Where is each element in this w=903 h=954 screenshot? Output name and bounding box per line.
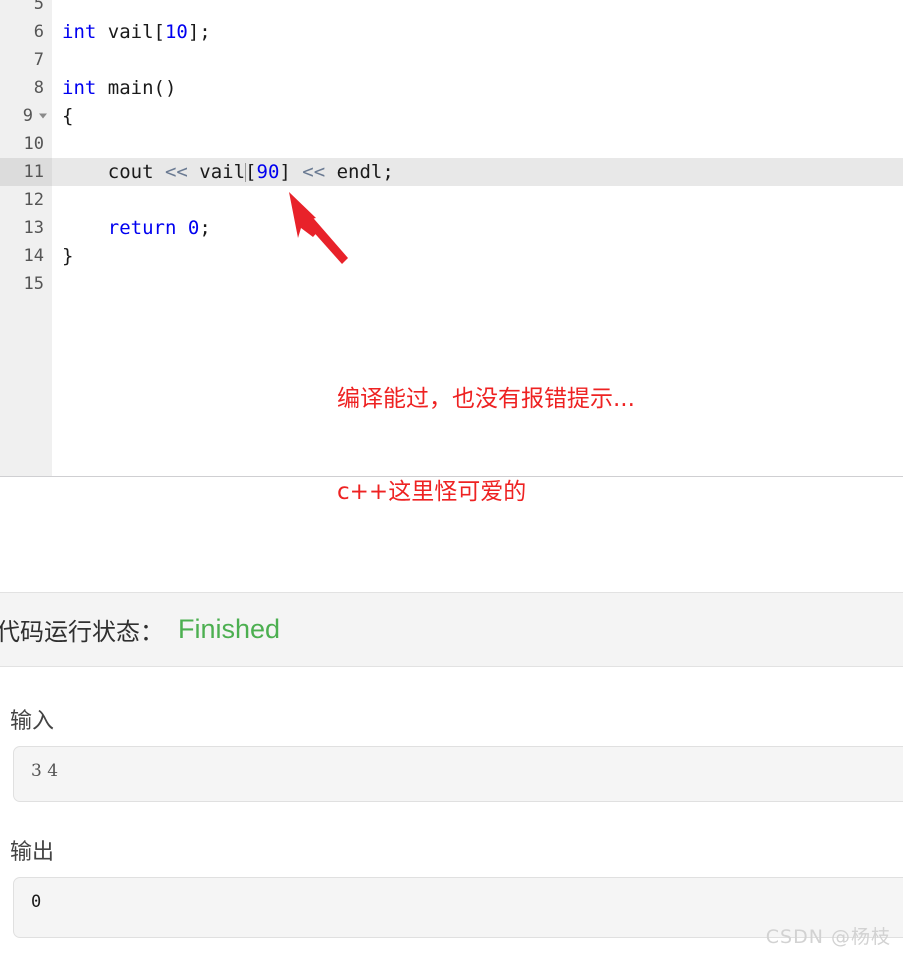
code-lines-container[interactable]: 5 6 int vail[10]; 7 8 int main() 9{10 11 cout <…: [0, 0, 903, 298]
code-token: cout: [62, 161, 165, 183]
code-line-text: int vail[10];: [52, 18, 903, 46]
code-token: }: [62, 245, 74, 267]
code-line[interactable]: 5: [0, 0, 903, 18]
input-box[interactable]: 3 4: [13, 746, 903, 802]
code-token: vail[: [96, 21, 165, 43]
run-status-label: 代码运行状态：: [0, 618, 164, 646]
input-label: 输入: [10, 709, 55, 734]
line-number: 7: [33, 50, 44, 70]
output-label: 输出: [10, 840, 55, 865]
line-number: 9: [0, 102, 52, 130]
annotation-line-2: c++这里怪可爱的: [337, 479, 527, 505]
code-token: 0: [187, 217, 200, 239]
line-number: 10: [23, 134, 44, 154]
code-line[interactable]: 13 return 0;: [0, 214, 903, 242]
code-line-text: return 0;: [52, 214, 903, 242]
code-line-text: {: [52, 102, 903, 130]
input-value: 3 4: [31, 761, 59, 781]
code-token: ;: [199, 217, 211, 239]
run-status-value: Finished: [178, 614, 281, 644]
input-section: 输入 3 4: [0, 703, 903, 802]
annotation-text: 编译能过，也没有报错提示... c++这里怪可爱的: [337, 322, 635, 570]
code-token: return: [107, 217, 177, 239]
code-token: 90: [256, 161, 280, 183]
code-token: 10: [164, 21, 188, 43]
code-line[interactable]: 7: [0, 46, 903, 74]
line-number: 12: [23, 190, 44, 210]
code-line[interactable]: 10: [0, 130, 903, 158]
code-line-text: int main(): [52, 74, 903, 102]
line-number: 15: [23, 274, 44, 294]
code-line[interactable]: 15: [0, 270, 903, 298]
line-number: 13: [23, 218, 44, 238]
line-number: 11: [0, 158, 52, 186]
code-line[interactable]: 11 cout << vail[90] << endl;: [0, 158, 903, 186]
code-token: ]: [279, 161, 303, 183]
code-line[interactable]: 8 int main(): [0, 74, 903, 102]
annotation-line-1: 编译能过，也没有报错提示...: [337, 386, 635, 412]
line-number: 5: [33, 0, 44, 14]
csdn-watermark: CSDN @杨枝: [765, 926, 891, 948]
code-token: [: [245, 161, 257, 183]
code-line[interactable]: 12: [0, 186, 903, 214]
code-line[interactable]: 6 int vail[10];: [0, 18, 903, 46]
code-line[interactable]: 14}: [0, 242, 903, 270]
run-status-bar: 代码运行状态： Finished: [0, 592, 903, 667]
line-number: 8: [33, 78, 44, 98]
code-token: <<: [164, 161, 188, 183]
code-line-text: cout << vail[90] << endl;: [52, 158, 903, 186]
code-token: {: [62, 105, 74, 127]
line-number: 14: [23, 246, 44, 266]
code-token: endl;: [325, 161, 394, 183]
code-token: int: [62, 77, 97, 99]
code-token: ];: [187, 21, 211, 43]
code-token: vail: [187, 161, 246, 183]
code-line[interactable]: 9{: [0, 102, 903, 130]
line-number: 6: [33, 22, 44, 42]
code-token: int: [62, 21, 97, 43]
code-run-page: 5 6 int vail[10]; 7 8 int main() 9{10 11 cout <…: [0, 0, 903, 954]
output-value: 0: [31, 892, 42, 912]
code-token: main(): [96, 77, 177, 99]
fold-triangle-icon[interactable]: [39, 113, 47, 119]
code-line-text: }: [52, 242, 903, 270]
code-token: <<: [302, 161, 326, 183]
